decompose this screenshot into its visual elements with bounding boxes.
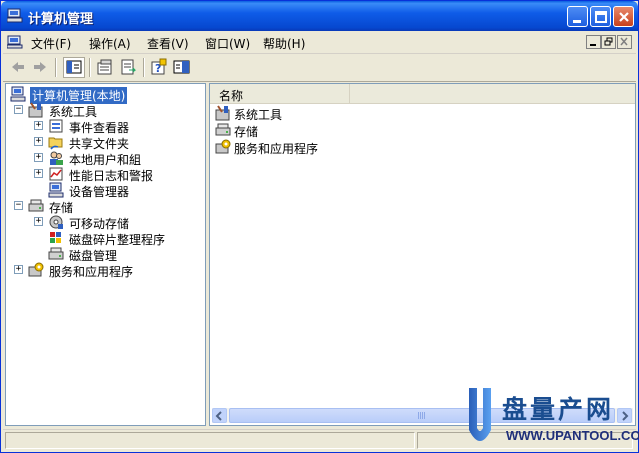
console-view-icon	[173, 60, 190, 74]
computer-icon[interactable]	[7, 35, 23, 49]
export-list-icon	[121, 59, 137, 75]
status-panel	[5, 432, 415, 449]
export-list-button[interactable]	[117, 57, 139, 78]
column-header-name[interactable]: 名称	[210, 84, 350, 103]
services-icon	[215, 139, 231, 154]
list-item-label[interactable]: 服务和应用程序	[232, 140, 320, 157]
expand-icon[interactable]: +	[14, 265, 23, 274]
removable-storage-icon	[49, 215, 63, 229]
tree-label[interactable]: 性能日志和警报	[67, 167, 155, 184]
tree-label[interactable]: 服务和应用程序	[47, 263, 135, 280]
menu-view[interactable]: 查看(V)	[147, 35, 189, 52]
restore-icon	[604, 37, 613, 46]
tree-label[interactable]: 可移动存储	[67, 215, 131, 232]
title-bar[interactable]: 计算机管理	[1, 1, 638, 31]
list-item-label[interactable]: 存储	[232, 123, 260, 140]
expand-icon[interactable]: +	[34, 217, 43, 226]
system-tools-icon	[28, 102, 43, 118]
console-view-button[interactable]	[171, 57, 193, 78]
properties-button[interactable]	[94, 57, 116, 78]
watermark: 盘量产网 WWW.UPANTOOL.COM	[466, 386, 639, 452]
menu-action[interactable]: 操作(A)	[89, 35, 131, 52]
watermark-title: 盘量产网	[502, 395, 615, 424]
collapse-icon[interactable]: −	[14, 201, 23, 210]
column-header-bar: 名称	[210, 84, 635, 104]
event-viewer-icon	[49, 119, 63, 133]
tree-label[interactable]: 设备管理器	[67, 183, 131, 200]
tree-label[interactable]: 共享文件夹	[67, 135, 131, 152]
storage-icon	[28, 199, 44, 212]
show-hide-tree-icon	[66, 60, 82, 74]
system-tools-icon	[215, 105, 230, 121]
toolbar-separator	[143, 58, 145, 77]
help-icon: ?	[151, 58, 167, 75]
help-button[interactable]: ?	[148, 57, 170, 78]
storage-icon	[215, 123, 231, 136]
tree-label[interactable]: 磁盘碎片整理程序	[67, 231, 167, 248]
performance-logs-icon	[49, 167, 63, 181]
child-restore-button[interactable]	[601, 35, 616, 49]
menu-file[interactable]: 文件(F)	[31, 35, 71, 52]
column-header-label: 名称	[219, 89, 244, 103]
expand-icon[interactable]: +	[34, 137, 43, 146]
menu-bar: 文件(F) 操作(A) 查看(V) 窗口(W) 帮助(H)	[3, 32, 636, 54]
disk-defragmenter-icon	[50, 232, 61, 243]
close-button[interactable]	[613, 6, 634, 27]
scroll-grip	[418, 412, 426, 419]
show-hide-tree-button[interactable]	[63, 57, 85, 78]
device-manager-icon	[48, 182, 64, 198]
users-icon	[50, 151, 63, 165]
window-title: 计算机管理	[28, 12, 94, 27]
tree-root-label[interactable]: 计算机管理(本地)	[28, 86, 129, 105]
collapse-icon[interactable]: −	[14, 105, 23, 114]
computer-icon	[7, 8, 23, 23]
toolbar: ?	[3, 54, 636, 82]
maximize-icon	[595, 11, 607, 23]
menu-window[interactable]: 窗口(W)	[205, 35, 250, 52]
list-item-label[interactable]: 系统工具	[232, 106, 284, 123]
tree-label[interactable]: 磁盘管理	[67, 247, 119, 264]
tree-label[interactable]: 本地用户和組	[67, 151, 143, 168]
console-tree[interactable]: 计算机管理(本地) − 系统工具 + 事件查看器 + 共享文件夹 + 本地用户和…	[5, 83, 206, 426]
child-close-button[interactable]	[617, 35, 632, 49]
toolbar-separator	[55, 58, 57, 77]
properties-icon	[97, 59, 112, 75]
menu-help[interactable]: 帮助(H)	[263, 35, 305, 52]
toolbar-separator	[89, 58, 91, 77]
disk-management-icon	[48, 247, 64, 260]
u-logo-icon	[469, 388, 491, 441]
scroll-left-button[interactable]	[212, 408, 227, 423]
expand-icon[interactable]: +	[34, 121, 43, 130]
close-icon	[619, 12, 629, 22]
close-icon	[620, 37, 628, 46]
watermark-url: WWW.UPANTOOL.COM	[506, 428, 639, 443]
details-pane[interactable]: 名称 系统工具 存储 服务和应用程序	[209, 83, 636, 426]
forward-button[interactable]	[29, 57, 51, 78]
tree-label[interactable]: 事件查看器	[67, 119, 131, 136]
minimize-button[interactable]	[567, 6, 588, 27]
services-icon	[28, 262, 44, 277]
expand-icon[interactable]: +	[34, 169, 43, 178]
maximize-button[interactable]	[590, 6, 611, 27]
expand-icon[interactable]: +	[34, 153, 43, 162]
computer-management-icon	[10, 86, 26, 102]
back-button[interactable]	[7, 57, 29, 78]
forward-arrow-icon	[34, 62, 46, 72]
minimize-icon	[590, 44, 596, 46]
shared-folder-icon	[48, 137, 63, 150]
minimize-icon	[573, 20, 581, 23]
chevron-left-icon	[215, 411, 222, 421]
child-minimize-button[interactable]	[586, 35, 601, 49]
back-arrow-icon	[12, 62, 24, 72]
